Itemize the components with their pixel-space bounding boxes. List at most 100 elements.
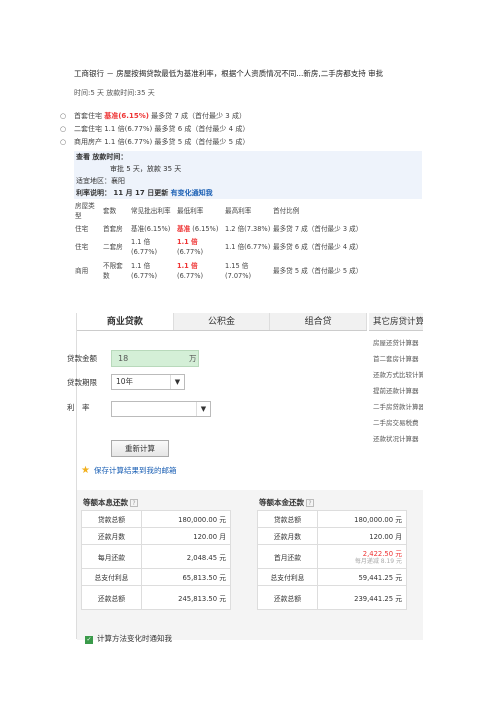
table-cell: 不限套数 — [103, 262, 123, 280]
loan-bullet-list: ○ 首套住宅 基准(6.15%) 最多贷 7 成（首付最少 3 成） ○ 二套住宅 … — [60, 110, 380, 149]
footer-link-text: 计算方法变化时通知我 — [97, 634, 172, 643]
sidebar-item[interactable]: 还款方式比较计算器 — [369, 367, 423, 383]
table-row: 还款总额 245,813.50 元 — [81, 585, 231, 610]
sidebar-item[interactable]: 房屋还贷计算器 — [369, 335, 423, 351]
star-icon: ★ — [81, 465, 90, 476]
recalculate-button[interactable]: 重新计算 — [111, 440, 169, 457]
table-row: 还款总额 239,441.25 元 — [257, 585, 407, 610]
column-header: 最高利率 — [225, 207, 252, 215]
amount-unit: 万 — [189, 354, 197, 363]
bullet-icon: ○ — [60, 112, 67, 120]
table-cell: 基准 (6.15%) — [176, 223, 224, 235]
bullet-suffix: 最多贷 7 成（首付最少 3 成） — [148, 112, 246, 120]
column-header: 房屋类型 — [75, 202, 95, 220]
help-icon[interactable]: ? — [306, 499, 314, 507]
result-key: 还款月数 — [257, 527, 318, 545]
term-label: 贷款期限 — [67, 378, 97, 387]
rate-note: 利率说明： 11 月 17 日更新 有变化通知我 — [74, 187, 422, 199]
result-key: 还款总额 — [81, 585, 142, 610]
loan-calculator: 商业贷款 公积金 组合贷 其它房贷计算 房屋还贷计算器 首二套房计算器 还款方式… — [67, 313, 423, 644]
rate-label: 利 率 — [67, 403, 90, 412]
column-header: 套数 — [103, 207, 117, 215]
table-cell: 1.1 倍(6.77%) — [225, 243, 271, 251]
bullet-prefix: 二套住宅 1.1 倍(6.77%) 最多贷 6 成（首付最少 4 成） — [74, 125, 250, 133]
table-cell: 1.1 倍(6.77%) — [131, 238, 158, 256]
bullet-highlight: 基准(6.15%) — [104, 112, 149, 120]
bullet-prefix: 商用房产 1.1 倍(6.77%) 最多贷 5 成（首付最少 5 成） — [74, 138, 250, 146]
sidebar-item[interactable]: 首二套房计算器 — [369, 351, 423, 367]
help-icon[interactable]: ? — [130, 499, 138, 507]
table-row: 贷款总额 180,000.00 元 — [257, 510, 407, 528]
rate-note-label: 利率说明： 11 月 17 日更新 — [76, 189, 171, 197]
result-key: 首月还款 — [257, 544, 318, 569]
table-row: 贷款总额 180,000.00 元 — [81, 510, 231, 528]
table-row: 每月还款 2,048.45 元 — [81, 544, 231, 569]
checkbox-icon[interactable]: ✓ — [85, 636, 93, 644]
sidebar-item[interactable]: 提前还款计算器 — [369, 383, 423, 399]
notify-method-change-link[interactable]: ✓ 计算方法变化时通知我 — [85, 633, 172, 644]
interest-rate-select[interactable]: ▼ — [111, 401, 211, 417]
table-header-row: 房屋类型 套数 常见批出利率 最低利率 最高利率 首付比例 — [74, 199, 422, 223]
table-cell: 最多贷 6 成（首付最少 4 成） — [273, 243, 363, 251]
tab-provident-fund[interactable]: 公积金 — [174, 313, 271, 330]
table-cell: 1.1 倍(6.77%) — [176, 235, 224, 259]
rate-table: 房屋类型 套数 常见批出利率 最低利率 最高利率 首付比例 住宅 首套房 基准(… — [74, 199, 422, 283]
bullet-icon: ○ — [60, 125, 67, 133]
result-value: 180,000.00 元 — [141, 510, 231, 528]
result-key: 总支付利息 — [81, 568, 142, 586]
table-cell: 住宅 — [75, 243, 89, 251]
view-release-time[interactable]: 查看 放款时间： — [74, 151, 422, 163]
save-to-email-link[interactable]: ★ 保存计算结果到我的邮箱 — [81, 465, 176, 476]
loan-term-select[interactable]: 10年 ▼ — [111, 374, 185, 390]
results-panel: 等额本息还款? 贷款总额 180,000.00 元 还款月数 120.00 月 每月… — [77, 490, 423, 644]
loan-term-value: 10年 — [116, 377, 134, 386]
result-key: 还款总额 — [257, 585, 318, 610]
min-rate-highlight: 基准 — [177, 225, 191, 233]
result-key: 贷款总额 — [81, 510, 142, 528]
result-value: 2,048.45 元 — [141, 544, 231, 569]
result-key: 总支付利息 — [257, 568, 318, 586]
table-row: 还款月数 120.00 月 — [257, 527, 407, 545]
notify-me-link[interactable]: 有变化通知我 — [171, 189, 213, 197]
min-rate-highlight: 1.1 倍 — [177, 238, 198, 246]
result-key: 贷款总额 — [257, 510, 318, 528]
loan-info-panel: 查看 放款时间： 审批 5 天，放款 35 天 适宜地区：襄阳 利率说明： 11… — [74, 151, 422, 283]
table-row: 总支付利息 59,441.25 元 — [257, 568, 407, 586]
table-row: 还款月数 120.00 月 — [81, 527, 231, 545]
result-value: 239,441.25 元 — [317, 585, 407, 610]
result-value-cell: 2,422.50 元每月递减 8.19 元 — [317, 544, 407, 569]
sidebar-item[interactable]: 二手房交易税费 — [369, 415, 423, 431]
results-title: 等额本金还款? — [257, 496, 407, 510]
table-cell: 住宅 — [75, 225, 89, 233]
sidebar-item[interactable]: 二手房贷款计算器 — [369, 399, 423, 415]
column-header: 首付比例 — [273, 207, 300, 215]
table-row: 住宅 二套房 1.1 倍(6.77%) 1.1 倍 (6.77%) 1.1 倍(6… — [74, 235, 422, 259]
table-cell: 首套房 — [103, 225, 123, 233]
loan-amount-input[interactable]: 18 — [111, 350, 199, 367]
list-item: ○ 首套住宅 基准(6.15%) 最多贷 7 成（首付最少 3 成） — [60, 110, 380, 123]
column-header: 常见批出利率 — [131, 207, 171, 215]
region-text: 适宜地区：襄阳 — [76, 177, 125, 185]
monthly-decrease-note: 每月递减 8.19 元 — [354, 557, 402, 565]
result-value: 180,000.00 元 — [317, 510, 407, 528]
sidebar-item[interactable]: 还款状况计算器 — [369, 431, 423, 447]
min-rate-highlight: 1.1 倍 — [177, 262, 198, 270]
table-cell: 基准(6.15%) — [131, 225, 171, 233]
sidebar-title: 其它房贷计算 — [369, 313, 423, 331]
result-value: 2,422.50 元 — [362, 549, 402, 558]
list-item: ○ 二套住宅 1.1 倍(6.77%) 最多贷 6 成（首付最少 4 成） — [60, 123, 380, 136]
amount-label: 贷款金额 — [67, 354, 97, 363]
equal-principal-results: 等额本金还款? 贷款总额 180,000.00 元 还款月数 120.00 月 首月… — [257, 496, 407, 610]
tab-commercial-loan[interactable]: 商业贷款 — [77, 313, 174, 330]
tab-combined-loan[interactable]: 组合贷 — [270, 313, 368, 330]
table-cell: 1.15 倍(7.07%) — [225, 262, 252, 280]
table-cell: 1.1 倍(6.77%) — [131, 262, 158, 280]
page-title: 工商银行 － 房屋按揭贷款最低为基准利率，根据个人资质情况不同...新房,二手房… — [74, 69, 384, 78]
result-key: 还款月数 — [81, 527, 142, 545]
min-rate-value: (6.15%) — [192, 225, 219, 233]
table-cell: 二套房 — [103, 243, 123, 251]
other-calculators-sidebar: 其它房贷计算 房屋还贷计算器 首二套房计算器 还款方式比较计算器 提前还款计算器… — [369, 313, 423, 447]
results-title-text: 等额本金还款 — [259, 498, 304, 507]
save-link-text: 保存计算结果到我的邮箱 — [93, 466, 177, 475]
list-item: ○ 商用房产 1.1 倍(6.77%) 最多贷 5 成（首付最少 5 成） — [60, 136, 380, 149]
